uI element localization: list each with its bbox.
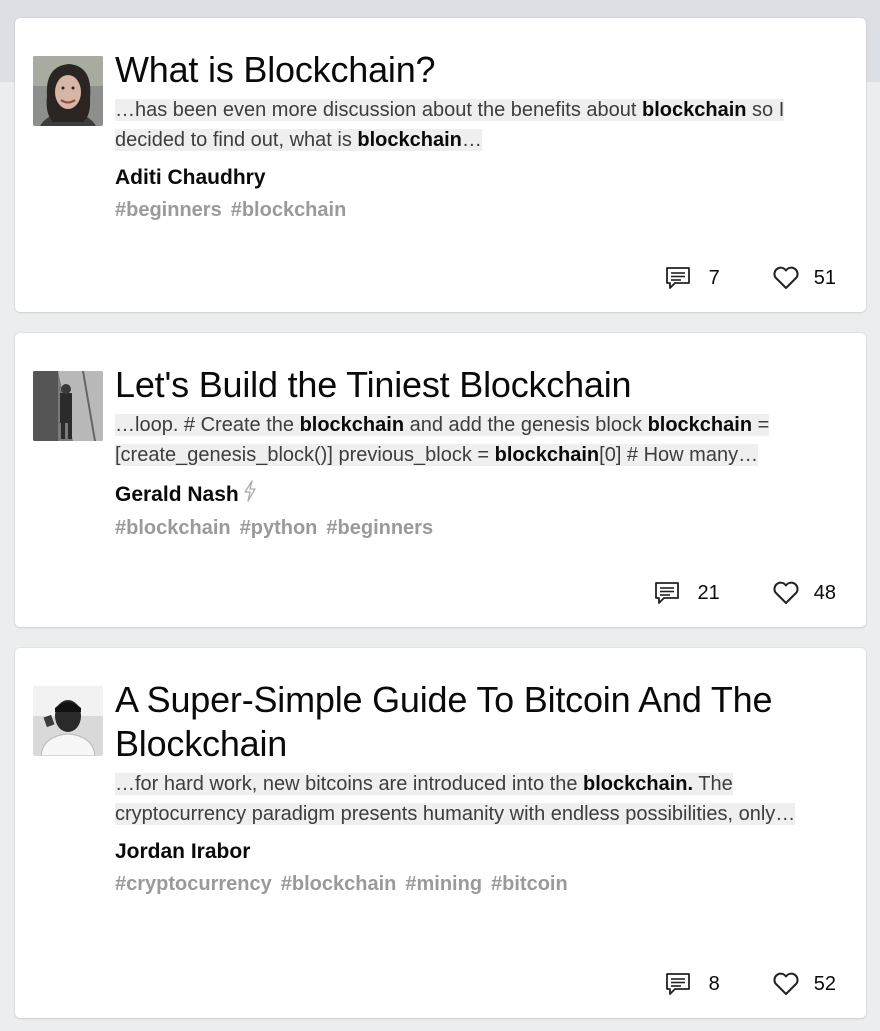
comments-count[interactable]: 8: [665, 972, 720, 996]
tag-link[interactable]: #cryptocurrency: [115, 873, 272, 895]
tag-link[interactable]: #blockchain: [115, 517, 231, 539]
author-name[interactable]: Gerald Nash: [115, 480, 845, 509]
tag-list: #beginners #blockchain: [115, 197, 845, 223]
likes-count[interactable]: 48: [772, 581, 836, 605]
snippet-segment: [0] # How many…: [599, 444, 759, 466]
article-stats: 21 48: [654, 581, 836, 605]
tag-list: #cryptocurrency #blockchain #mining #bitcoi…: [115, 871, 845, 897]
snippet-highlight: blockchain: [494, 444, 600, 466]
snippet-highlight: blockchain: [642, 99, 747, 121]
snippet-text: …has been even more discussion about the…: [115, 99, 785, 151]
author-name[interactable]: Jordan Irabor: [115, 839, 845, 865]
comment-icon: [665, 973, 690, 995]
article-title[interactable]: A Super-Simple Guide To Bitcoin And The …: [115, 678, 845, 766]
article-card[interactable]: Let's Build the Tiniest Blockchain …loop…: [15, 333, 866, 627]
snippet-segment: …for hard work, new bitcoins are introdu…: [115, 773, 584, 795]
snippet-segment: …has been even more discussion about the…: [115, 99, 643, 121]
tag-link[interactable]: #bitcoin: [491, 873, 568, 895]
likes-number: 48: [813, 581, 836, 604]
likes-count[interactable]: 51: [772, 266, 836, 290]
author-avatar[interactable]: [33, 686, 103, 756]
comments-number: 7: [708, 266, 720, 289]
article-title[interactable]: Let's Build the Tiniest Blockchain: [115, 363, 845, 407]
author-name-text[interactable]: Aditi Chaudhry: [115, 165, 266, 191]
comment-icon: [654, 582, 679, 604]
comments-count[interactable]: 21: [654, 581, 720, 605]
comment-icon: [665, 267, 690, 289]
tag-link[interactable]: #python: [240, 517, 318, 539]
author-name-text[interactable]: Gerald Nash: [115, 482, 239, 508]
snippet-highlight: blockchain: [647, 414, 753, 436]
heart-icon: [773, 581, 799, 604]
likes-number: 51: [813, 266, 836, 289]
article-snippet: …has been even more discussion about the…: [115, 95, 840, 155]
heart-icon: [773, 972, 799, 995]
tag-list: #blockchain #python #beginners: [115, 515, 845, 541]
comments-number: 21: [697, 581, 720, 604]
article-title[interactable]: What is Blockchain?: [115, 48, 845, 92]
author-avatar[interactable]: [33, 371, 103, 441]
author-name-text[interactable]: Jordan Irabor: [115, 839, 250, 865]
comments-count[interactable]: 7: [665, 266, 720, 290]
comments-number: 8: [708, 972, 720, 995]
article-stats: 8 52: [665, 972, 836, 996]
lightning-bolt-icon: [242, 480, 258, 509]
tag-link[interactable]: #blockchain: [231, 199, 347, 221]
tag-link[interactable]: #blockchain: [281, 873, 397, 895]
snippet-highlight: blockchain.: [583, 773, 694, 795]
tag-link[interactable]: #mining: [405, 873, 482, 895]
snippet-segment: and add the genesis block: [404, 414, 648, 436]
article-stats: 7 51: [665, 266, 836, 290]
tag-link[interactable]: #beginners: [326, 517, 433, 539]
author-name[interactable]: Aditi Chaudhry: [115, 165, 845, 191]
author-avatar[interactable]: [33, 56, 103, 126]
heart-icon: [773, 266, 799, 289]
snippet-text: …for hard work, new bitcoins are introdu…: [115, 773, 796, 825]
likes-number: 52: [813, 972, 836, 995]
article-card[interactable]: A Super-Simple Guide To Bitcoin And The …: [15, 648, 866, 1018]
snippet-text: …loop. # Create the blockchain and add t…: [115, 414, 770, 466]
snippet-segment: …: [461, 129, 482, 151]
tag-link[interactable]: #beginners: [115, 199, 222, 221]
snippet-segment: …loop. # Create the: [115, 414, 300, 436]
snippet-highlight: blockchain: [299, 414, 405, 436]
likes-count[interactable]: 52: [772, 972, 836, 996]
article-card[interactable]: What is Blockchain? …has been even more …: [15, 18, 866, 312]
snippet-highlight: blockchain: [357, 129, 462, 151]
article-snippet: …for hard work, new bitcoins are introdu…: [115, 769, 840, 829]
article-snippet: …loop. # Create the blockchain and add t…: [115, 410, 840, 470]
